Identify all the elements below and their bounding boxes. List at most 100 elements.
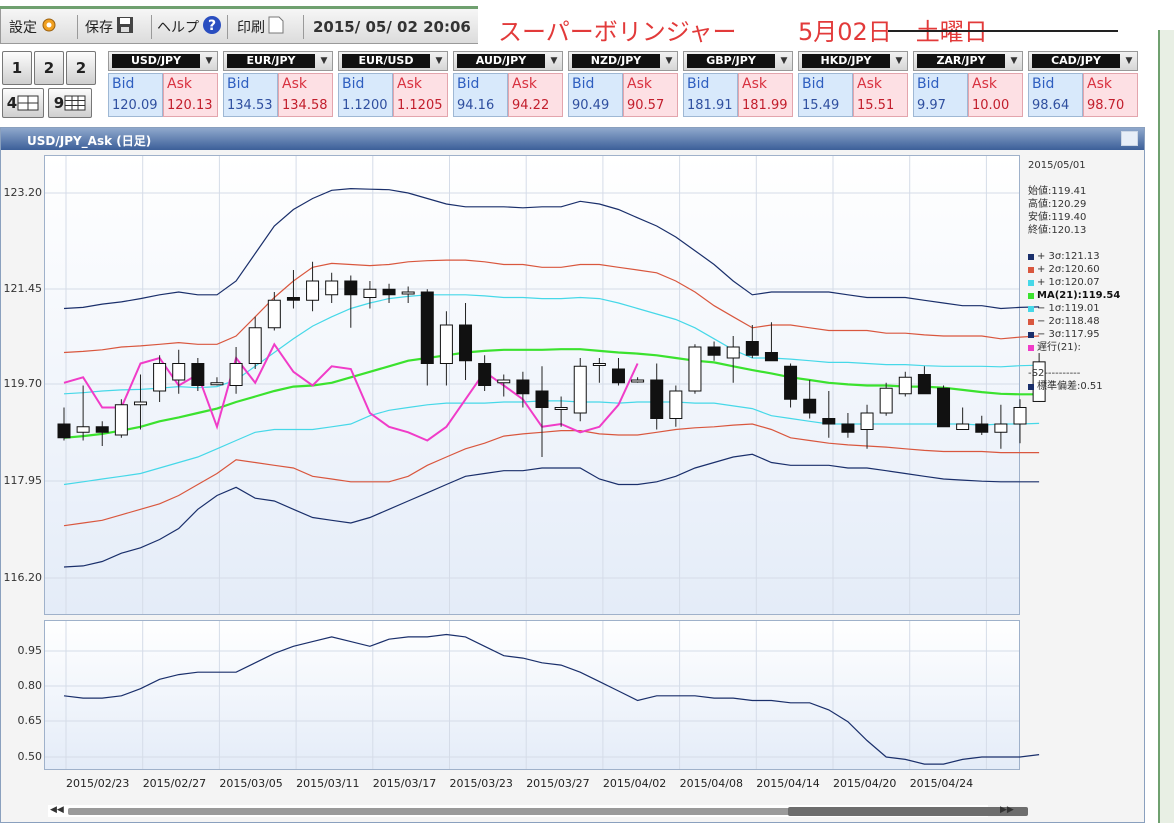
- legend-item: − 2σ:118.48: [1028, 315, 1138, 328]
- scroll-left-icon[interactable]: ◀◀: [50, 805, 64, 815]
- x-tick-label: 2015/02/23: [66, 777, 130, 790]
- candle-body: [535, 390, 549, 408]
- legend-item: − 3σ:117.95: [1028, 328, 1138, 341]
- candle-body: [382, 288, 396, 296]
- legend-item-stdev: 標準偏差:0.51: [1028, 380, 1138, 393]
- x-tick-label: 2015/03/17: [372, 777, 437, 790]
- info-low: 安値:119.40: [1028, 212, 1087, 223]
- x-tick-label: 2015/04/20: [833, 777, 897, 790]
- sub-y-tick-label: 0.65: [17, 714, 43, 727]
- y-tick-label: 123.20: [3, 186, 43, 199]
- legend-label: + 3σ:121.13: [1037, 251, 1100, 262]
- candle-body: [286, 297, 300, 301]
- legend-item: − 1σ:119.01: [1028, 302, 1138, 315]
- x-tick-label: 2015/03/27: [526, 777, 590, 790]
- candle-body: [975, 423, 989, 433]
- legend-swatch: [1028, 266, 1034, 273]
- scroll-thumb[interactable]: [788, 807, 1028, 816]
- candle-body: [1013, 407, 1027, 425]
- legend-item: 遅行(21):: [1028, 341, 1138, 354]
- candle-body: [764, 352, 778, 362]
- legend-label: − 2σ:118.48: [1037, 316, 1100, 327]
- legend-item: MA(21):119.54: [1028, 289, 1138, 302]
- series-line: [63, 423, 1040, 527]
- candle-body: [306, 280, 320, 301]
- legend-swatch: [1028, 253, 1034, 260]
- candle-body: [573, 365, 587, 414]
- info-date: 2015/05/01: [1028, 160, 1086, 171]
- legend-list: + 3σ:121.13 + 2σ:120.60 + 1σ:120.07 MA(21):…: [1028, 250, 1138, 354]
- candle-body: [133, 401, 147, 406]
- candle-body: [325, 280, 339, 296]
- candle-body: [745, 341, 759, 356]
- candle-body: [879, 387, 893, 414]
- candle-body: [917, 374, 931, 395]
- candle-body: [57, 423, 71, 439]
- y-tick-label: 121.45: [3, 282, 43, 295]
- legend-swatch: [1028, 318, 1034, 325]
- candle-body: [172, 363, 186, 381]
- candle-body: [669, 390, 683, 419]
- legend-swatch: [1028, 331, 1034, 338]
- x-tick-label: 2015/04/14: [756, 777, 820, 790]
- legend-label: − 3σ:117.95: [1037, 329, 1100, 340]
- candle-body: [248, 327, 262, 364]
- sub-y-tick-label: 0.50: [17, 750, 43, 763]
- legend-swatch: [1028, 344, 1034, 351]
- candle-body: [191, 363, 205, 386]
- candle-body: [497, 379, 511, 384]
- candle-body: [611, 368, 625, 384]
- candle-body: [210, 382, 224, 386]
- series-line: [63, 342, 639, 442]
- x-tick-label: 2015/02/27: [142, 777, 207, 790]
- x-tick-label: 2015/04/08: [679, 777, 743, 790]
- y-tick-label: 116.20: [3, 571, 43, 584]
- candle-body: [554, 407, 568, 410]
- candle-body: [956, 423, 970, 430]
- legend-item: + 3σ:121.13: [1028, 250, 1138, 263]
- candle-body: [937, 387, 951, 428]
- sub-y-tick-label: 0.80: [17, 679, 43, 692]
- sub-y-tick-label: 0.95: [17, 644, 43, 657]
- candle-body: [267, 299, 281, 329]
- candle-body: [439, 324, 453, 364]
- legend-label: MA(21):119.54: [1037, 290, 1121, 301]
- candle-body: [516, 379, 530, 395]
- candle-body: [822, 418, 836, 425]
- legend-label: 遅行(21):: [1037, 342, 1081, 353]
- candle-body: [726, 346, 740, 359]
- y-tick-label: 119.70: [3, 377, 43, 390]
- stdev-label: 標準偏差:0.51: [1037, 381, 1103, 392]
- series-line: [63, 187, 1040, 310]
- candle-body: [994, 423, 1008, 433]
- candle-body: [420, 291, 434, 364]
- candle-body: [803, 398, 817, 414]
- s2-label: -S2----------: [1028, 368, 1081, 379]
- legend-label: + 2σ:120.60: [1037, 264, 1100, 275]
- scroll-right-icon[interactable]: ▶▶: [1000, 805, 1014, 815]
- chart-svg: [45, 156, 1046, 769]
- candle-body: [650, 379, 664, 419]
- candle-body: [76, 426, 90, 433]
- horizontal-scrollbar[interactable]: ◀◀ ▶▶: [48, 805, 1028, 817]
- candle-body: [363, 288, 377, 298]
- legend-item: + 2σ:120.60: [1028, 263, 1138, 276]
- x-tick-label: 2015/04/24: [909, 777, 974, 790]
- y-tick-label: 117.95: [3, 474, 43, 487]
- legend-swatch: [1028, 383, 1034, 390]
- info-high: 高値:120.29: [1028, 199, 1087, 210]
- candle-body: [478, 363, 492, 386]
- x-tick-label: 2015/03/23: [449, 777, 513, 790]
- legend-label: − 1σ:119.01: [1037, 303, 1100, 314]
- candle-body: [153, 363, 167, 392]
- info-open: 始値:119.41: [1028, 186, 1087, 197]
- candle-body: [898, 376, 912, 395]
- series-line: [63, 453, 1040, 568]
- candle-body: [784, 365, 798, 400]
- candle-body: [344, 280, 358, 296]
- legend-label: + 1σ:120.07: [1037, 277, 1100, 288]
- x-tick-label: 2015/04/02: [602, 777, 667, 790]
- x-tick-label: 2015/03/11: [296, 777, 360, 790]
- candle-body: [95, 426, 109, 433]
- candle-body: [401, 291, 415, 295]
